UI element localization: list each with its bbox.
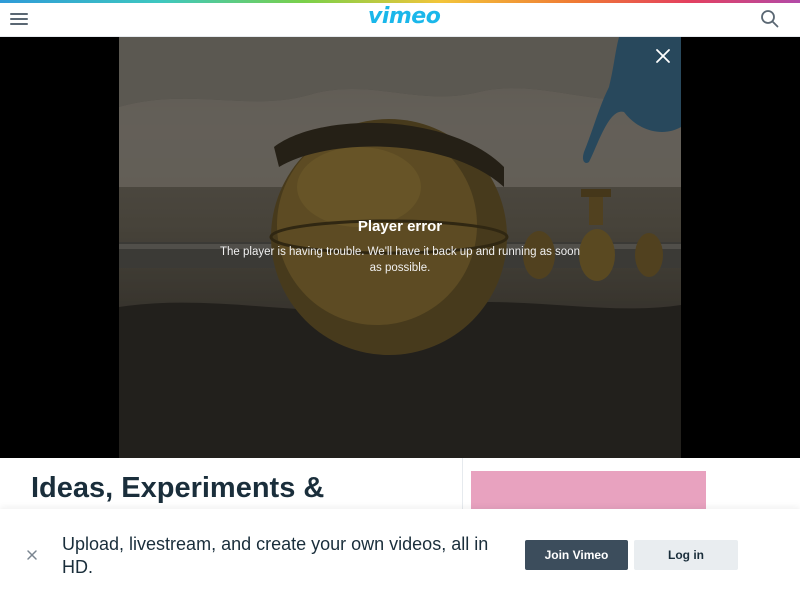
join-vimeo-button[interactable]: Join Vimeo bbox=[525, 540, 628, 570]
hamburger-menu-icon[interactable] bbox=[10, 11, 28, 27]
log-in-button[interactable]: Log in bbox=[634, 540, 738, 570]
close-icon[interactable] bbox=[25, 548, 39, 562]
player-error-message: The player is having trouble. We'll have… bbox=[220, 246, 580, 274]
video-title: Ideas, Experiments & bbox=[31, 472, 325, 504]
search-icon[interactable] bbox=[760, 9, 780, 29]
top-nav-bar: vimeo bbox=[0, 3, 800, 37]
player-error-title: Player error bbox=[357, 218, 443, 235]
vimeo-logo[interactable]: vimeo bbox=[368, 4, 441, 29]
close-player-icon[interactable] bbox=[654, 47, 672, 65]
signup-banner-message: Upload, livestream, and create your own … bbox=[62, 534, 489, 577]
